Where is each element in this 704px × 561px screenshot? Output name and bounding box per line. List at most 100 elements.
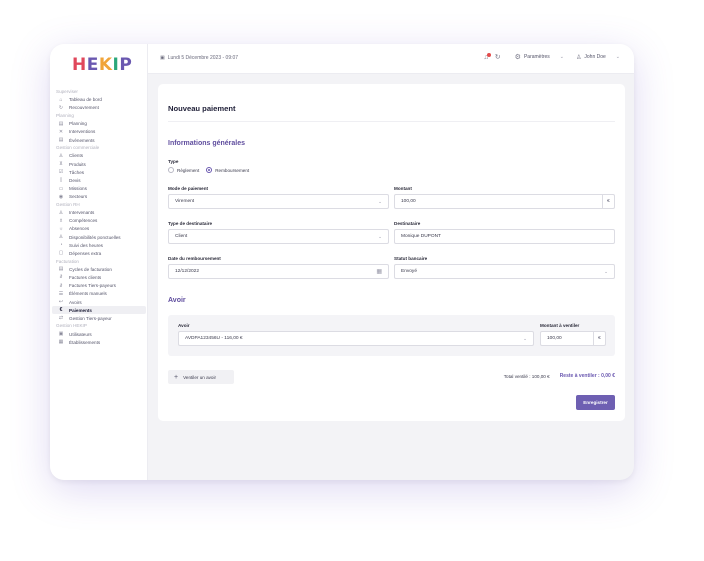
add-avoir-button[interactable]: + Ventiler un avoir [168, 370, 234, 384]
sidebar-item-label: Factures Tiers-payeurs [69, 283, 116, 289]
avoir-row: Avoir AVDPA123456U - 116,00 € ⌄ Montant … [168, 315, 615, 356]
sidebar-item-label: Établissements [69, 339, 101, 345]
folder-icon: ▭ [58, 185, 64, 192]
general-info-heading: Informations générales [168, 140, 246, 147]
sidebar-item-missions[interactable]: ▭ Missions [52, 184, 146, 192]
user-menu[interactable]: John Doe [584, 54, 605, 60]
sidebar-item-evenements[interactable]: ▤ Évènements [52, 136, 146, 144]
user-icon: ♙ [576, 54, 582, 61]
avoir-select[interactable]: AVDPA123456U - 116,00 € ⌄ [178, 331, 534, 346]
hekip-logo[interactable]: H E K I P [72, 55, 133, 75]
sidebar-item-taches[interactable]: ☑ Tâches [52, 168, 146, 176]
checkbox-icon: ☑ [58, 169, 64, 176]
add-avoir-label: Ventiler un avoir [183, 374, 217, 380]
notification-bell-icon[interactable]: ♫ [484, 52, 491, 61]
chevron-down-icon: ⌄ [378, 198, 382, 204]
payment-form-card: Nouveau paiement Informations générales … [158, 84, 625, 421]
sidebar-item-avoirs[interactable]: ↩ Avoirs [52, 298, 146, 306]
avoir-heading: Avoir [168, 297, 186, 304]
calendar-icon: ▤ [58, 120, 64, 127]
total-allocated: Total ventilé : 100,00 € [503, 373, 550, 379]
euro-suffix: € [593, 332, 605, 345]
bank-status-select[interactable]: Envoyé ⌄ [394, 264, 615, 279]
amount-input[interactable]: 100,00 € [394, 194, 615, 209]
amount-to-allocate-label: Montant à ventiler [540, 323, 580, 328]
sidebar-item-devis[interactable]: ▯ Devis [52, 176, 146, 184]
home-icon: ⌂ [59, 96, 63, 103]
logo-letter-p: P [119, 55, 133, 75]
sidebar-item-label: Paiements [69, 307, 92, 313]
sidebar-item-utilisateurs[interactable]: ▣ Utilisateurs [52, 330, 146, 338]
building-icon: ▦ [58, 339, 64, 346]
calendar-icon[interactable]: ▦ [376, 268, 382, 275]
sidebar-item-etablissements[interactable]: ▦ Établissements [52, 338, 146, 346]
sidebar-item-recouvrement[interactable]: ↻ Recouvrement [52, 104, 146, 112]
list-icon: ☰ [58, 290, 64, 297]
recipient-type-label: Type de destinataire [168, 221, 213, 226]
sidebar-item-factures-clients[interactable]: ∂ Factures clients [52, 273, 146, 281]
sidebar-item-label: Évènements [69, 137, 95, 143]
gear-icon: ⚙ [514, 54, 521, 61]
sidebar-item-disponibilites-ponctuelles[interactable]: ♙ Disponibilités ponctuelles [52, 233, 146, 241]
euro-suffix: € [602, 195, 614, 208]
title-divider [168, 121, 615, 122]
refund-date-input[interactable]: 12/12/2022 ▦ [168, 264, 389, 279]
sidebar-item-factures-tiers-payeurs[interactable]: ∂ Factures Tiers-payeurs [52, 282, 146, 290]
sidebar-item-elements-manuels[interactable]: ☰ Éléments manuels [52, 290, 146, 298]
radio-remboursement-label[interactable]: Remboursement [215, 168, 249, 173]
sidebar-item-tableau-de-bord[interactable]: ⌂ Tableau de bord [52, 96, 146, 104]
save-button[interactable]: Enregistrer [576, 395, 615, 410]
refresh-icon[interactable]: ↻ [495, 53, 501, 61]
topbar: ▣ Lundi 5 Décembre 2023 - 09:07 ♫ ↻ ⚙ Pa… [148, 44, 634, 74]
paperclip-icon: ∂ [59, 274, 63, 281]
sidebar-item-depenses-extra[interactable]: ▢ Dépenses extra [52, 249, 146, 257]
return-arrow-icon: ↩ [58, 299, 64, 305]
recipient-input[interactable]: Monique DUPONT [394, 229, 615, 244]
calendar-icon: ▣ [160, 55, 165, 61]
sidebar-section-title: Gestion RH [56, 201, 80, 207]
sidebar-item-interventions[interactable]: ✕ Interventions [52, 128, 146, 136]
refund-date-label: Date du remboursement [168, 256, 221, 261]
sidebar-item-label: Factures clients [69, 274, 102, 280]
sidebar-item-cycles-de-facturation[interactable]: ▤ Cycles de facturation [52, 265, 146, 273]
sidebar-item-intervenants[interactable]: ♙ Intervenants [52, 208, 146, 216]
sidebar-item-suivi-des-heures[interactable]: ◔ Suivi des heures [52, 241, 146, 249]
chevron-down-icon[interactable]: ⌄ [560, 54, 564, 60]
radio-reglement[interactable] [168, 167, 174, 173]
avoir-label: Avoir [178, 323, 190, 328]
sidebar-item-produits[interactable]: ⊻ Produits [52, 160, 146, 168]
sidebar-item-absences[interactable]: ☼ Absences [52, 225, 146, 233]
sidebar-item-clients[interactable]: ♙ Clients [52, 152, 146, 160]
notification-dot [486, 52, 491, 57]
cart-icon: ⊻ [59, 161, 63, 167]
sidebar-item-competences[interactable]: ♗ Compétences [52, 217, 146, 225]
type-label: Type [168, 159, 179, 164]
payment-mode-label: Mode de paiement [168, 186, 209, 191]
sidebar-item-secteurs[interactable]: ◉ Secteurs [52, 193, 146, 201]
page-title: Nouveau paiement [168, 104, 236, 113]
clock-icon: ◔ [59, 242, 63, 249]
sidebar-item-label: Planning [69, 121, 87, 127]
user-icon: ♙ [58, 209, 64, 216]
avoir-value: AVDPA123456U - 116,00 € [185, 336, 243, 341]
chevron-down-icon: ⌄ [523, 335, 527, 341]
type-radio-group: Règlement Remboursement [168, 167, 249, 173]
amount-to-allocate-input[interactable]: 100,00 € [540, 331, 606, 346]
settings-menu[interactable]: Paramètres [524, 54, 550, 60]
sidebar-section-title: Superviser [56, 89, 78, 94]
current-date: ▣ Lundi 5 Décembre 2023 - 09:07 [160, 55, 238, 61]
id-card-icon: ▣ [58, 331, 64, 338]
radio-reglement-label[interactable]: Règlement [177, 168, 199, 173]
payment-mode-select[interactable]: Virement ⌄ [168, 194, 389, 209]
logo-letter-i: I [112, 55, 120, 75]
radio-remboursement[interactable] [206, 167, 213, 173]
sidebar-item-paiements[interactable]: € Paiements [52, 306, 146, 315]
chevron-down-icon[interactable]: ⌄ [616, 54, 620, 60]
recipient-type-select[interactable]: Client ⌄ [168, 229, 389, 244]
amount-label: Montant [394, 186, 412, 191]
sidebar-item-label: Tâches [69, 169, 85, 175]
sidebar-item-planning[interactable]: ▤ Planning [52, 120, 146, 128]
sidebar-item-label: Devis [69, 177, 81, 183]
sidebar-item-label: Avoirs [69, 299, 82, 305]
sidebar-item-gestion-tiers-payeur[interactable]: ⇄ Gestion Tiers-payeur [52, 314, 146, 322]
